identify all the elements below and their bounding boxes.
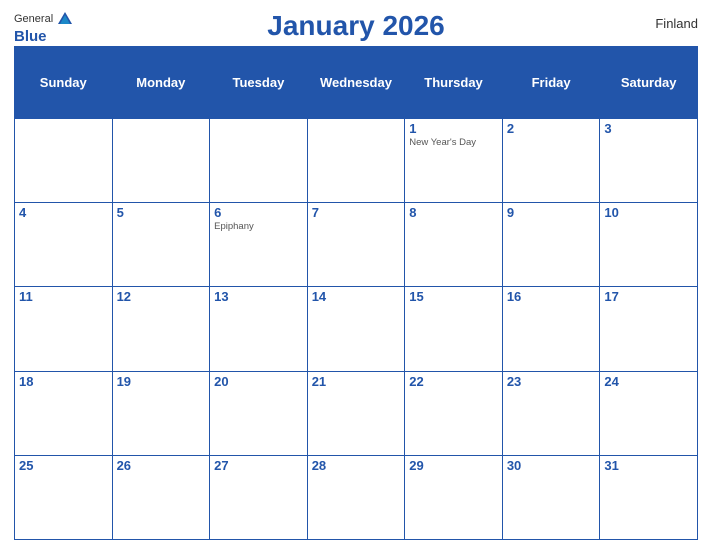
day-number: 20 <box>214 374 303 389</box>
table-row: 26 <box>112 455 210 539</box>
table-row: 8 <box>405 203 503 287</box>
weekday-header-row: Sunday Monday Tuesday Wednesday Thursday… <box>15 47 698 119</box>
table-row: 18 <box>15 371 113 455</box>
country-label: Finland <box>655 16 698 31</box>
calendar-week-row: 18 19 20 21 22 23 24 <box>15 371 698 455</box>
day-number: 25 <box>19 458 108 473</box>
day-number: 22 <box>409 374 498 389</box>
table-row: 1New Year's Day <box>405 119 503 203</box>
day-number: 19 <box>117 374 206 389</box>
day-number: 8 <box>409 205 498 220</box>
table-row: 21 <box>307 371 405 455</box>
day-number: 26 <box>117 458 206 473</box>
header-friday: Friday <box>502 47 600 119</box>
month-title: January 2026 <box>267 10 444 42</box>
holiday-label: New Year's Day <box>409 137 498 148</box>
table-row: 28 <box>307 455 405 539</box>
day-number: 17 <box>604 289 693 304</box>
day-number: 6 <box>214 205 303 220</box>
header-wednesday: Wednesday <box>307 47 405 119</box>
table-row: 6Epiphany <box>210 203 308 287</box>
table-row: 7 <box>307 203 405 287</box>
table-row: 24 <box>600 371 698 455</box>
table-row: 5 <box>112 203 210 287</box>
logo: General Blue <box>14 10 74 45</box>
table-row: 13 <box>210 287 308 371</box>
day-number: 12 <box>117 289 206 304</box>
day-number: 2 <box>507 121 596 136</box>
calendar-week-row: 1New Year's Day 23 <box>15 119 698 203</box>
logo-blue: Blue <box>14 28 47 45</box>
day-number: 21 <box>312 374 401 389</box>
calendar-week-row: 25 26 27 28 29 30 31 <box>15 455 698 539</box>
header-monday: Monday <box>112 47 210 119</box>
day-number: 29 <box>409 458 498 473</box>
day-number: 15 <box>409 289 498 304</box>
table-row: 20 <box>210 371 308 455</box>
table-row <box>112 119 210 203</box>
header-sunday: Sunday <box>15 47 113 119</box>
day-number: 5 <box>117 205 206 220</box>
day-number: 18 <box>19 374 108 389</box>
logo-icon <box>56 10 74 28</box>
day-number: 23 <box>507 374 596 389</box>
calendar-table: Sunday Monday Tuesday Wednesday Thursday… <box>14 46 698 540</box>
table-row: 19 <box>112 371 210 455</box>
header-thursday: Thursday <box>405 47 503 119</box>
table-row: 30 <box>502 455 600 539</box>
day-number: 27 <box>214 458 303 473</box>
day-number: 10 <box>604 205 693 220</box>
day-number: 13 <box>214 289 303 304</box>
day-number: 7 <box>312 205 401 220</box>
day-number: 24 <box>604 374 693 389</box>
calendar-week-row: 456Epiphany78910 <box>15 203 698 287</box>
day-number: 30 <box>507 458 596 473</box>
table-row <box>210 119 308 203</box>
holiday-label: Epiphany <box>214 221 303 232</box>
calendar-page: General Blue January 2026 Finland Sunday… <box>0 0 712 550</box>
table-row: 23 <box>502 371 600 455</box>
table-row <box>15 119 113 203</box>
day-number: 3 <box>604 121 693 136</box>
table-row: 14 <box>307 287 405 371</box>
table-row: 2 <box>502 119 600 203</box>
table-row: 3 <box>600 119 698 203</box>
table-row: 27 <box>210 455 308 539</box>
day-number: 28 <box>312 458 401 473</box>
logo-general: General <box>14 13 53 25</box>
table-row: 16 <box>502 287 600 371</box>
header-saturday: Saturday <box>600 47 698 119</box>
table-row: 10 <box>600 203 698 287</box>
calendar-header: General Blue January 2026 Finland <box>14 10 698 42</box>
day-number: 9 <box>507 205 596 220</box>
table-row: 4 <box>15 203 113 287</box>
table-row: 25 <box>15 455 113 539</box>
day-number: 11 <box>19 289 108 304</box>
day-number: 31 <box>604 458 693 473</box>
table-row: 29 <box>405 455 503 539</box>
header-tuesday: Tuesday <box>210 47 308 119</box>
calendar-week-row: 11 12 13 14 15 16 17 <box>15 287 698 371</box>
table-row: 12 <box>112 287 210 371</box>
day-number: 4 <box>19 205 108 220</box>
table-row: 9 <box>502 203 600 287</box>
day-number: 1 <box>409 121 498 136</box>
table-row: 17 <box>600 287 698 371</box>
day-number: 16 <box>507 289 596 304</box>
table-row: 22 <box>405 371 503 455</box>
table-row: 15 <box>405 287 503 371</box>
day-number: 14 <box>312 289 401 304</box>
table-row: 11 <box>15 287 113 371</box>
table-row: 31 <box>600 455 698 539</box>
table-row <box>307 119 405 203</box>
